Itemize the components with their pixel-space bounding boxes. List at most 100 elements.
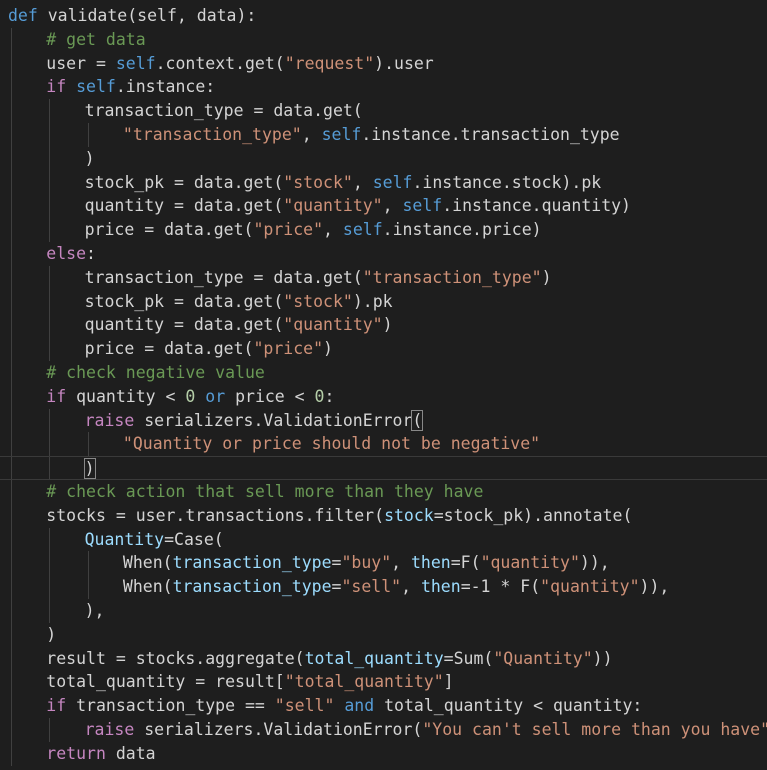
code-text: quantity = data.get("quantity", self.ins… [85,194,631,218]
code-line[interactable]: price = data.get("price", self.instance.… [0,218,767,242]
code-line[interactable]: total_quantity = result["total_quantity"… [0,670,767,695]
code-line[interactable]: # check negative value [0,361,767,385]
code-line[interactable]: quantity = data.get("quantity") [0,313,767,338]
code-line[interactable]: # get data [0,27,767,52]
code-text: # check negative value [46,361,265,385]
code-line[interactable]: price = data.get("price") [0,337,767,361]
code-text: result = stocks.aggregate(total_quantity… [46,647,612,671]
code-token: total_quantity [304,648,444,668]
code-line[interactable]: if quantity < 0 or price < 0: [0,384,767,409]
code-token: user = [46,53,116,73]
code-line[interactable]: def validate(self, data): [0,4,767,28]
current-code-line[interactable]: ) [0,456,767,480]
code-line[interactable]: ) [0,146,767,171]
indent-guide [11,408,12,433]
code-token: stocks = user.transactions.filter( [46,505,385,525]
code-line[interactable]: stocks = user.transactions.filter(stock=… [0,503,767,528]
indent-guide [11,242,12,266]
code-token: 0 [314,386,325,406]
code-line[interactable]: stock_pk = data.get("stock", self.instan… [0,170,767,195]
code-token: , [391,553,411,573]
code-token: quantity = data.get( [84,315,284,335]
indent-guide [49,575,51,599]
indent-guide [11,337,12,361]
code-token: quantity = data.get( [84,196,284,216]
indent-guide [49,194,51,219]
code-line[interactable]: stock_pk = data.get("stock").pk [0,289,767,314]
code-line[interactable]: raise serializers.ValidationError( [0,408,767,433]
code-token: : [86,244,96,263]
code-token: ) [46,624,57,644]
code-token: =F( [450,553,481,573]
code-text: ) [85,147,95,171]
indent-guide [49,457,51,479]
code-token: .instance.stock).pk [412,172,602,192]
indent-guide [49,599,51,623]
code-token: self [321,125,362,144]
code-line[interactable]: "transaction_type", self.instance.transa… [0,123,767,147]
code-token: .context.get( [155,53,285,73]
indent-guide [49,432,51,457]
indent-guide [11,313,12,338]
code-line[interactable]: user = self.context.get("request").user [0,51,767,76]
code-token: or [205,386,226,406]
code-token: serializers.ValidationError [134,410,413,430]
indent-guide [49,218,51,242]
code-line[interactable]: transaction_type = data.get( [0,99,767,123]
code-line[interactable]: quantity = data.get("quantity", self.ins… [0,194,767,219]
code-line[interactable]: # check action that sell more than they … [0,480,767,504]
code-token: , [301,125,322,144]
code-token: then [411,553,451,573]
code-token: : [324,386,335,406]
code-token: "request" [284,53,375,73]
indent-guide [49,408,51,433]
code-line[interactable]: ) [0,622,767,647]
indent-guide [11,575,12,599]
code-line[interactable]: Quantity=Case( [0,527,767,552]
code-token: .instance.quantity) [442,196,631,216]
code-token: price = data.get( [84,220,254,240]
code-line[interactable]: if self.instance: [0,75,767,100]
code-line[interactable]: transaction_type = data.get("transaction… [0,265,767,290]
code-token: "stock" [283,172,353,192]
indent-guide [49,527,51,552]
code-text: quantity = data.get("quantity") [85,313,393,337]
code-token: self [115,53,156,73]
code-token: transaction_type [172,553,332,573]
code-token: price = data.get( [84,339,254,359]
code-token: Quantity [84,529,165,549]
indent-guide [49,123,51,147]
indent-guide [49,337,51,361]
code-line[interactable]: raise serializers.ValidationError("You c… [0,718,767,742]
code-text: # check action that sell more than they … [46,480,483,504]
indent-guide [11,646,12,671]
code-token: "buy" [341,553,392,573]
code-text: When(transaction_type="sell", then=-1 * … [123,575,669,599]
code-line[interactable]: else: [0,242,767,266]
code-token: ), [84,601,105,620]
code-line[interactable]: When(transaction_type="sell", then=-1 * … [0,575,767,599]
code-line[interactable]: ), [0,599,767,623]
code-line[interactable]: return data [0,741,767,766]
code-token: # check action that sell more than they … [46,482,484,501]
code-line[interactable]: if transaction_type == "sell" and total_… [0,694,767,718]
code-line[interactable]: When(transaction_type="buy", then=F("qua… [0,551,767,576]
code-text: return data [46,742,155,766]
code-text: total_quantity = result["total_quantity"… [46,670,453,694]
code-line[interactable]: result = stocks.aggregate(total_quantity… [0,646,767,671]
indent-guide [11,75,12,100]
indent-guide [49,99,51,123]
code-token: stock [384,505,434,525]
code-token: "price" [253,339,324,359]
code-token: if [46,386,67,406]
code-token: total_quantity < quantity: [374,696,643,716]
code-editor[interactable]: def validate(self, data): # get data user … [0,0,767,770]
code-token: ) [84,148,95,168]
code-text: stocks = user.transactions.filter(stock=… [46,504,632,528]
indent-guide [11,99,12,123]
code-line[interactable]: "Quantity or price should not be negativ… [0,432,767,457]
code-token: ] [443,672,454,692]
code-token: # get data [46,29,146,49]
code-text: else: [46,242,96,266]
